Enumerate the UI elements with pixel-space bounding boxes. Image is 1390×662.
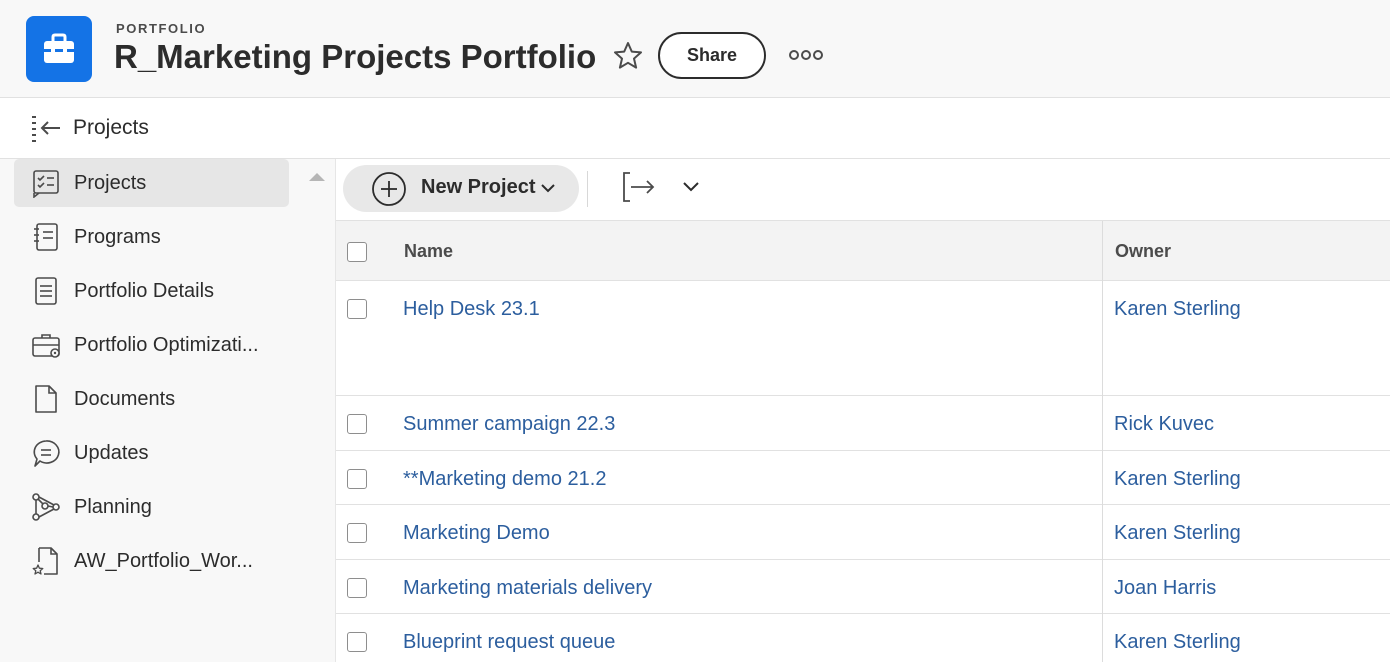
collapse-panel-icon[interactable] — [30, 114, 62, 142]
owner-link[interactable]: Karen Sterling — [1114, 631, 1241, 654]
export-icon[interactable] — [621, 171, 657, 203]
sidebar-item-portfolio-details[interactable]: Portfolio Details — [14, 267, 289, 315]
column-divider — [1102, 614, 1103, 662]
sidebar-item-planning[interactable]: Planning — [14, 483, 289, 531]
document-icon — [30, 383, 62, 415]
document-lines-icon — [30, 275, 62, 307]
sidebar-item-label: Portfolio Optimizati... — [74, 333, 259, 356]
sidebar-item-portfolio-optimization[interactable]: Portfolio Optimizati... — [14, 321, 289, 369]
section-header: Projects — [0, 98, 1390, 159]
chat-bubble-icon — [30, 437, 62, 469]
row-checkbox[interactable] — [347, 299, 367, 319]
scroll-up-caret-icon[interactable] — [309, 173, 325, 181]
owner-link[interactable]: Karen Sterling — [1114, 298, 1241, 321]
new-project-button[interactable]: New Project — [343, 165, 579, 212]
table-row[interactable]: **Marketing demo 21.2 Karen Sterling — [336, 451, 1390, 505]
column-divider — [1102, 281, 1103, 396]
column-divider — [1102, 505, 1103, 560]
notebook-list-icon — [30, 221, 62, 253]
column-divider — [1102, 451, 1103, 505]
sidebar-item-programs[interactable]: Programs — [14, 213, 289, 261]
table-header: Name Owner — [336, 220, 1390, 282]
select-all-checkbox[interactable] — [347, 242, 367, 262]
column-divider — [1102, 560, 1103, 614]
briefcase-gear-icon — [30, 329, 62, 361]
projects-table: Name Owner Help Desk 23.1 Karen Sterling… — [336, 220, 1390, 662]
object-type-label: PORTFOLIO — [116, 21, 207, 36]
new-project-label: New Project — [421, 176, 536, 198]
column-header-name[interactable]: Name — [404, 241, 453, 262]
project-name-link[interactable]: Summer campaign 22.3 — [403, 413, 615, 436]
toolbar-divider — [587, 171, 588, 207]
sidebar-item-label: Programs — [74, 225, 161, 248]
toolbar: New Project — [336, 159, 1390, 220]
nodes-icon — [30, 491, 62, 523]
export-chevron-down-icon[interactable] — [681, 179, 701, 195]
table-row[interactable]: Summer campaign 22.3 Rick Kuvec — [336, 396, 1390, 451]
project-name-link[interactable]: **Marketing demo 21.2 — [403, 468, 606, 491]
owner-link[interactable]: Karen Sterling — [1114, 522, 1241, 545]
row-checkbox[interactable] — [347, 632, 367, 652]
column-header-owner[interactable]: Owner — [1115, 241, 1171, 262]
sidebar-item-aw-portfolio-workflow[interactable]: AW_Portfolio_Wor... — [14, 537, 289, 585]
page-header: PORTFOLIO R_Marketing Projects Portfolio… — [0, 0, 1390, 98]
project-name-link[interactable]: Blueprint request queue — [403, 631, 615, 654]
chevron-down-icon — [539, 181, 557, 200]
checklist-icon — [30, 167, 62, 199]
row-checkbox[interactable] — [347, 469, 367, 489]
owner-link[interactable]: Karen Sterling — [1114, 468, 1241, 491]
project-name-link[interactable]: Marketing Demo — [403, 522, 550, 545]
sidebar-item-updates[interactable]: Updates — [14, 429, 289, 477]
row-checkbox[interactable] — [347, 414, 367, 434]
document-star-icon — [30, 545, 62, 577]
table-row[interactable]: Blueprint request queue Karen Sterling — [336, 614, 1390, 662]
sidebar-item-label: Planning — [74, 495, 152, 518]
row-checkbox[interactable] — [347, 523, 367, 543]
share-button[interactable]: Share — [658, 32, 766, 79]
section-title: Projects — [73, 116, 149, 139]
sidebar-item-label: AW_Portfolio_Wor... — [74, 549, 253, 572]
page-title: R_Marketing Projects Portfolio — [114, 38, 597, 75]
table-row[interactable]: Help Desk 23.1 Karen Sterling — [336, 281, 1390, 396]
sidebar: Projects Programs Portfolio Details Port… — [0, 159, 336, 662]
sidebar-item-projects[interactable]: Projects — [14, 159, 289, 207]
column-divider — [1102, 221, 1103, 282]
favorite-star-icon[interactable] — [610, 38, 646, 74]
more-options-icon[interactable] — [786, 44, 826, 66]
project-name-link[interactable]: Help Desk 23.1 — [403, 298, 540, 321]
owner-link[interactable]: Joan Harris — [1114, 577, 1216, 600]
project-name-link[interactable]: Marketing materials delivery — [403, 577, 652, 600]
sidebar-item-label: Updates — [74, 441, 149, 464]
add-circle-icon — [371, 171, 407, 212]
owner-link[interactable]: Rick Kuvec — [1114, 413, 1214, 436]
table-row[interactable]: Marketing Demo Karen Sterling — [336, 505, 1390, 560]
sidebar-item-label: Portfolio Details — [74, 279, 215, 302]
sidebar-item-label: Projects — [74, 171, 147, 194]
column-divider — [1102, 396, 1103, 451]
portfolio-briefcase-icon[interactable] — [26, 16, 92, 82]
table-row[interactable]: Marketing materials delivery Joan Harris — [336, 560, 1390, 614]
sidebar-item-label: Documents — [74, 387, 176, 410]
sidebar-item-documents[interactable]: Documents — [14, 375, 289, 423]
row-checkbox[interactable] — [347, 578, 367, 598]
